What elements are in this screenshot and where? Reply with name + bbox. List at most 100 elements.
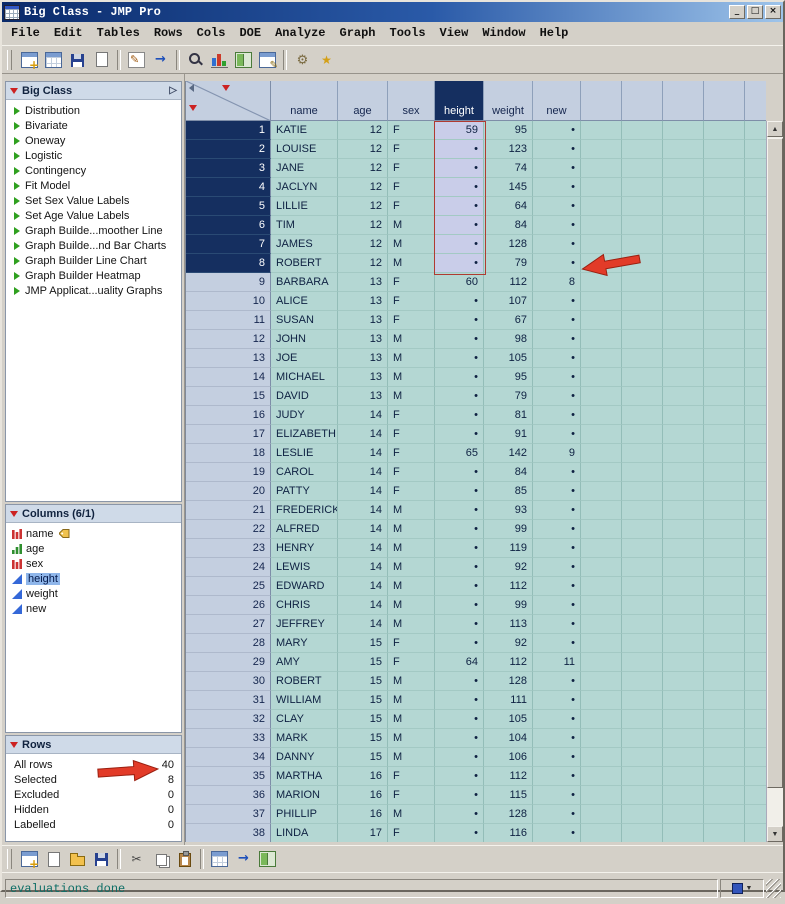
cell-empty[interactable] <box>622 235 663 254</box>
table-row[interactable]: 21 FREDERICK 14 M • 93 • <box>186 501 766 520</box>
minimize-button[interactable]: _ <box>729 5 745 19</box>
cell-weight[interactable]: 111 <box>484 691 533 710</box>
table-row[interactable]: 5 LILLIE 12 F • 64 • <box>186 197 766 216</box>
cell-weight[interactable]: 104 <box>484 729 533 748</box>
table-row[interactable]: 9 BARBARA 13 F 60 112 8 <box>186 273 766 292</box>
row-number[interactable]: 14 <box>186 368 271 387</box>
cell-sex[interactable]: M <box>388 254 435 273</box>
cell-empty[interactable] <box>663 159 704 178</box>
cell-weight[interactable]: 107 <box>484 292 533 311</box>
cell-height[interactable]: • <box>435 577 484 596</box>
menu-tools[interactable]: Tools <box>383 24 433 43</box>
columns-menu-icon[interactable] <box>222 85 230 91</box>
menu-rows[interactable]: Rows <box>147 24 190 43</box>
row-number[interactable]: 36 <box>186 786 271 805</box>
cell-weight[interactable]: 74 <box>484 159 533 178</box>
maximize-button[interactable]: □ <box>747 5 763 19</box>
menu-window[interactable]: Window <box>475 24 532 43</box>
cell-age[interactable]: 16 <box>338 786 388 805</box>
cell-empty[interactable] <box>581 482 622 501</box>
cell-height[interactable]: 64 <box>435 653 484 672</box>
cell-name[interactable]: WILLIAM <box>271 691 338 710</box>
panel-collapse-icon[interactable] <box>189 84 194 92</box>
save-file-button[interactable] <box>90 848 113 870</box>
row-number[interactable]: 10 <box>186 292 271 311</box>
cell-name[interactable]: ALFRED <box>271 520 338 539</box>
cell-empty[interactable] <box>581 729 622 748</box>
cell-sex[interactable]: M <box>388 577 435 596</box>
run-script-button[interactable] <box>149 49 172 71</box>
cell-age[interactable]: 14 <box>338 539 388 558</box>
cell-empty[interactable] <box>581 767 622 786</box>
cell-new[interactable]: • <box>533 577 581 596</box>
cell-new[interactable]: • <box>533 805 581 824</box>
cell-empty[interactable] <box>663 824 704 842</box>
cell-empty[interactable] <box>704 501 745 520</box>
cell-new[interactable]: • <box>533 178 581 197</box>
cell-empty[interactable] <box>622 330 663 349</box>
cell-empty[interactable] <box>704 425 745 444</box>
column-item-weight[interactable]: weight <box>6 586 181 601</box>
cell-empty[interactable] <box>581 444 622 463</box>
cell-empty[interactable] <box>663 178 704 197</box>
cell-age[interactable]: 14 <box>338 577 388 596</box>
table-row[interactable]: 20 PATTY 14 F • 85 • <box>186 482 766 501</box>
cell-empty[interactable] <box>581 387 622 406</box>
cell-age[interactable]: 14 <box>338 615 388 634</box>
cell-empty[interactable] <box>622 615 663 634</box>
cell-age[interactable]: 13 <box>338 292 388 311</box>
preferences-button[interactable] <box>291 49 314 71</box>
row-number[interactable]: 28 <box>186 634 271 653</box>
cell-new[interactable]: • <box>533 406 581 425</box>
cell-height[interactable]: • <box>435 805 484 824</box>
cell-height[interactable]: • <box>435 729 484 748</box>
scroll-down-button[interactable]: ▼ <box>767 826 783 842</box>
vertical-scrollbar[interactable]: ▲ ▼ <box>766 121 783 842</box>
table-row[interactable]: 33 MARK 15 M • 104 • <box>186 729 766 748</box>
row-number[interactable]: 37 <box>186 805 271 824</box>
cell-weight[interactable]: 116 <box>484 824 533 842</box>
cell-sex[interactable]: F <box>388 140 435 159</box>
cell-height[interactable]: • <box>435 691 484 710</box>
open-file-button[interactable] <box>66 848 89 870</box>
script-item[interactable]: Graph Builde...moother Line <box>6 223 181 238</box>
cell-sex[interactable]: M <box>388 216 435 235</box>
cell-empty[interactable] <box>581 653 622 672</box>
cell-sex[interactable]: M <box>388 520 435 539</box>
cell-empty[interactable] <box>622 273 663 292</box>
cell-empty[interactable] <box>663 444 704 463</box>
column-header-new[interactable]: new <box>533 81 581 121</box>
menu-doe[interactable]: DOE <box>232 24 268 43</box>
cell-name[interactable]: MARION <box>271 786 338 805</box>
table-row[interactable]: 2 LOUISE 12 F • 123 • <box>186 140 766 159</box>
cell-new[interactable]: • <box>533 121 581 140</box>
copy-button[interactable] <box>149 848 172 870</box>
cell-empty[interactable] <box>704 634 745 653</box>
row-number[interactable]: 31 <box>186 691 271 710</box>
column-header-weight[interactable]: weight <box>484 81 533 121</box>
cell-empty[interactable] <box>581 273 622 292</box>
row-number[interactable]: 26 <box>186 596 271 615</box>
cell-new[interactable]: 11 <box>533 653 581 672</box>
cell-age[interactable]: 15 <box>338 691 388 710</box>
cell-weight[interactable]: 93 <box>484 501 533 520</box>
cell-new[interactable]: • <box>533 729 581 748</box>
cell-empty[interactable] <box>704 216 745 235</box>
cell-height[interactable]: • <box>435 425 484 444</box>
rows-stat-excluded[interactable]: Excluded 0 <box>6 787 181 802</box>
cell-sex[interactable]: F <box>388 425 435 444</box>
row-number[interactable]: 32 <box>186 710 271 729</box>
column-item-name[interactable]: name <box>6 526 181 541</box>
cell-empty[interactable] <box>581 577 622 596</box>
cell-empty[interactable] <box>663 197 704 216</box>
cell-new[interactable]: • <box>533 710 581 729</box>
cell-empty[interactable] <box>581 368 622 387</box>
cell-height[interactable]: • <box>435 539 484 558</box>
cell-empty[interactable] <box>663 273 704 292</box>
cell-age[interactable]: 12 <box>338 216 388 235</box>
cell-empty[interactable] <box>704 786 745 805</box>
script-item[interactable]: Bivariate <box>6 118 181 133</box>
cell-empty[interactable] <box>704 273 745 292</box>
cell-height[interactable]: • <box>435 178 484 197</box>
close-button[interactable]: × <box>765 5 781 19</box>
